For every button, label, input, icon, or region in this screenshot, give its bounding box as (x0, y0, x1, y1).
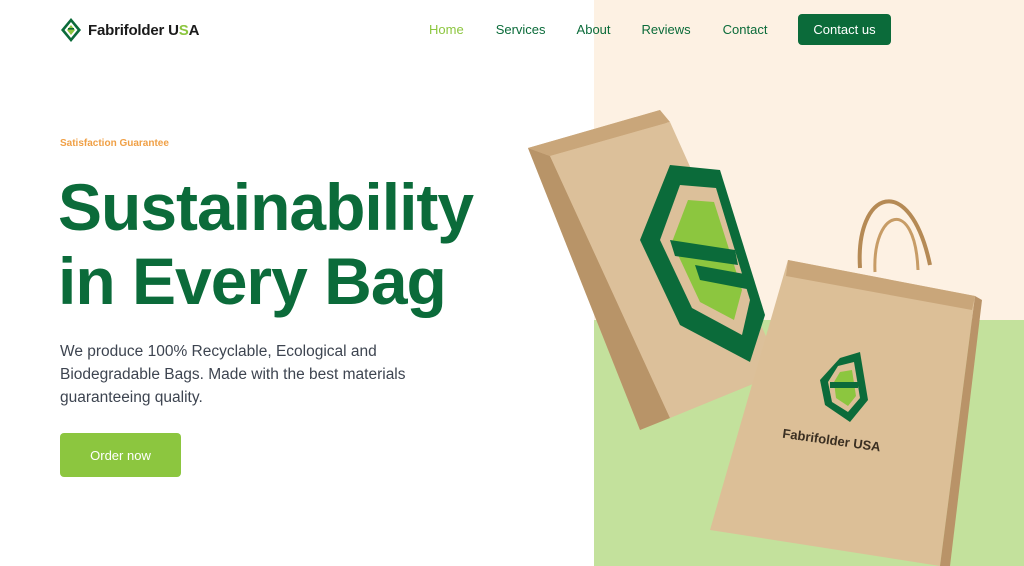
nav-contact[interactable]: Contact (723, 22, 768, 37)
contact-us-button[interactable]: Contact us (798, 14, 891, 45)
paper-bags-image: Fabrifolder USA (520, 100, 1000, 566)
brand-logo[interactable]: Fabrifolder USA (60, 17, 199, 43)
hero-description: We produce 100% Recyclable, Ecological a… (60, 343, 406, 406)
nav-services[interactable]: Services (496, 22, 546, 37)
hero-eyebrow: Satisfaction Guarantee (60, 138, 169, 149)
order-now-button[interactable]: Order now (60, 433, 181, 477)
paper-bags-illustration: Fabrifolder USA (528, 110, 982, 566)
brand-name: Fabrifolder USA (88, 21, 200, 39)
leaf-f-logo-icon (61, 18, 81, 42)
hero-title-line-1: Sustainability (58, 170, 474, 244)
nav-reviews[interactable]: Reviews (642, 22, 691, 37)
hero-title: Sustainability in Every Bag (58, 170, 578, 318)
main-nav: Home Services About Reviews Contact (429, 22, 767, 37)
nav-home[interactable]: Home (429, 22, 464, 37)
nav-about[interactable]: About (577, 22, 611, 37)
hero-title-line-2: in Every Bag (58, 244, 447, 318)
